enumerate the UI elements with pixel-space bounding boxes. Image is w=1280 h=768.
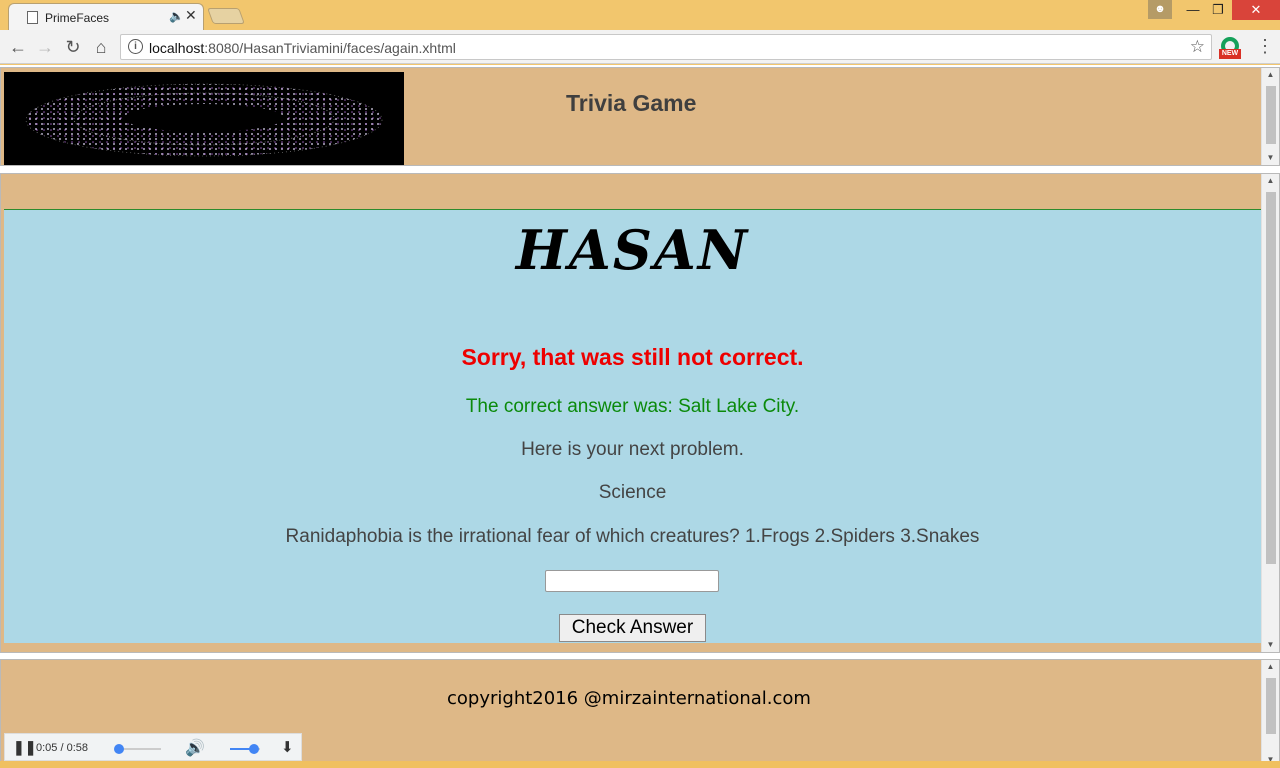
logo-image — [4, 72, 404, 165]
scroll-up-icon[interactable]: ▲ — [1262, 174, 1279, 188]
title-bar: PrimeFaces 🔈 ✕ ☻ — ❐ ✕ — [0, 0, 1280, 30]
scroll-thumb[interactable] — [1266, 86, 1276, 144]
audio-progress-knob[interactable] — [113, 744, 124, 754]
url-host: localhost — [149, 40, 205, 56]
home-button[interactable]: ⌂ — [89, 35, 113, 59]
new-tab-button[interactable] — [207, 8, 245, 24]
main-scrollbar[interactable]: ▲ ▼ — [1261, 174, 1279, 652]
quiz-panel: HASAN Sorry, that was still not correct.… — [4, 209, 1261, 643]
page-icon — [27, 11, 38, 24]
result-message: Sorry, that was still not correct. — [461, 344, 804, 370]
tab-title: PrimeFaces — [45, 11, 110, 25]
question-text: Ranidaphobia is the irrational fear of w… — [285, 526, 980, 547]
site-info-icon[interactable]: i — [128, 39, 143, 54]
audio-player: ❚❚ 0:05 / 0:58 🔊 ⬇ — [4, 733, 302, 761]
scroll-up-icon[interactable]: ▲ — [1262, 68, 1279, 82]
scroll-down-icon[interactable]: ▼ — [1262, 638, 1279, 652]
main-frame: HASAN Sorry, that was still not correct.… — [0, 173, 1280, 653]
page-viewport: Trivia Game ▲ ▼ HASAN Sorry, that was st… — [0, 65, 1280, 768]
browser-toolbar: ← → ↻ ⌂ i localhost:8080/HasanTriviamini… — [0, 30, 1280, 64]
scroll-thumb[interactable] — [1266, 192, 1276, 564]
audio-time: 0:05 / 0:58 — [36, 742, 88, 754]
next-problem-text: Here is your next problem. — [521, 439, 744, 460]
scroll-thumb[interactable] — [1266, 678, 1276, 734]
banner-title: HASAN — [515, 218, 750, 282]
back-button[interactable]: ← — [6, 35, 30, 59]
answer-input[interactable] — [545, 570, 719, 592]
download-icon[interactable]: ⬇ — [281, 738, 294, 756]
audio-playing-icon[interactable]: 🔈 — [169, 9, 184, 23]
close-tab-icon[interactable]: ✕ — [185, 7, 197, 24]
browser-menu-icon[interactable]: ⋮ — [1256, 36, 1274, 57]
header-frame: Trivia Game ▲ ▼ — [0, 67, 1280, 166]
scroll-down-icon[interactable]: ▼ — [1262, 151, 1279, 165]
extension-icon[interactable]: NEW — [1219, 37, 1241, 59]
url-text[interactable]: localhost:8080/HasanTriviamini/faces/aga… — [149, 40, 456, 56]
forward-button[interactable]: → — [33, 35, 57, 59]
check-answer-button[interactable]: Check Answer — [559, 614, 706, 642]
footer-scrollbar[interactable]: ▲ ▼ — [1261, 660, 1279, 767]
url-path: :8080/HasanTriviamini/faces/again.xhtml — [204, 40, 456, 56]
header-scrollbar[interactable]: ▲ ▼ — [1261, 68, 1279, 165]
volume-knob[interactable] — [249, 744, 259, 754]
extension-badge: NEW — [1219, 49, 1241, 59]
site-title: Trivia Game — [566, 90, 697, 116]
browser-tab[interactable]: PrimeFaces 🔈 ✕ — [8, 3, 204, 30]
close-window-button[interactable]: ✕ — [1232, 0, 1280, 20]
category-label: Science — [598, 482, 667, 503]
audio-progress-bar[interactable] — [113, 744, 161, 754]
taskbar-strip — [0, 761, 1280, 768]
correct-answer-text: The correct answer was: Salt Lake City. — [465, 396, 800, 417]
volume-slider[interactable] — [230, 744, 260, 754]
particle-ring-graphic — [4, 72, 404, 165]
reload-button[interactable]: ↻ — [61, 35, 85, 59]
volume-icon[interactable]: 🔊 — [185, 738, 205, 758]
bookmark-star-icon[interactable]: ☆ — [1190, 37, 1205, 57]
restore-button[interactable]: ❐ — [1203, 0, 1233, 20]
address-bar[interactable]: i localhost:8080/HasanTriviamini/faces/a… — [120, 34, 1212, 60]
profile-icon[interactable]: ☻ — [1148, 0, 1172, 19]
scroll-up-icon[interactable]: ▲ — [1262, 660, 1279, 674]
copyright-text: copyright2016 @mirzainternational.com — [447, 688, 811, 709]
pause-icon[interactable]: ❚❚ — [13, 739, 36, 756]
